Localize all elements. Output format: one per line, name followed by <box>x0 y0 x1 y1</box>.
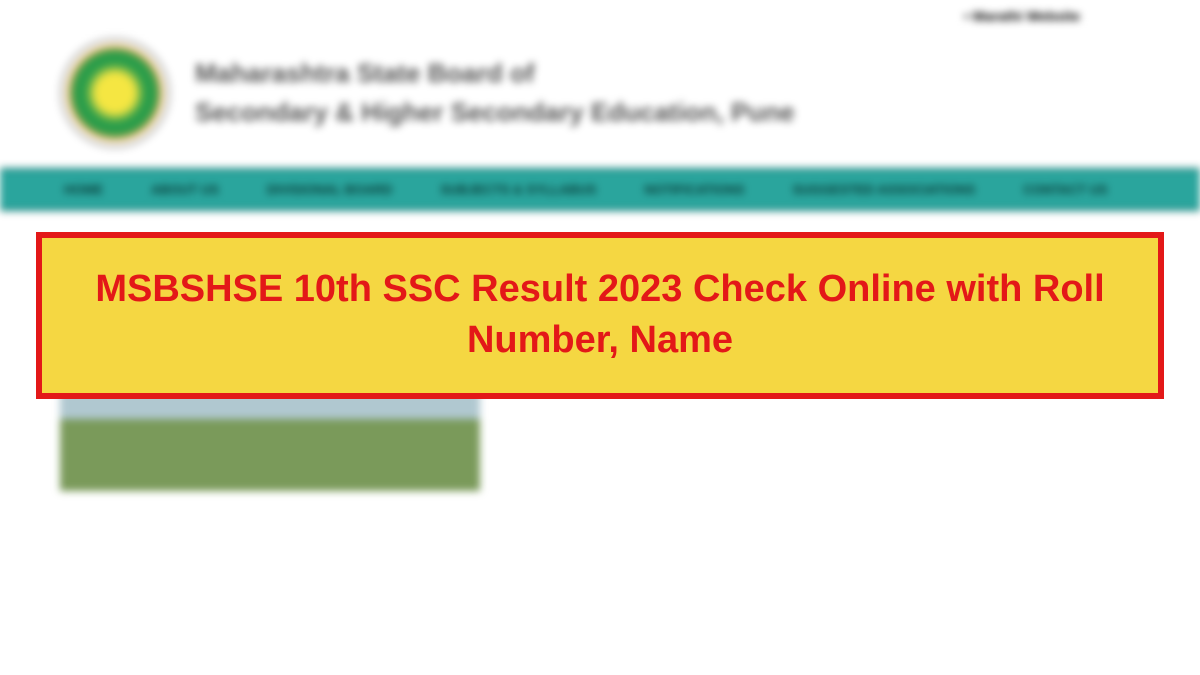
nav-subjects[interactable]: SUBJECTS & SYLLABUS <box>416 170 620 209</box>
nav-associations[interactable]: SUGGESTED ASSOCIATIONS <box>769 170 1000 209</box>
nav-divisional[interactable]: DIVISIONAL BOARD <box>243 170 416 209</box>
site-header: Maharashtra State Board of Secondary & H… <box>0 28 1200 168</box>
banner-headline: MSBSHSE 10th SSC Result 2023 Check Onlin… <box>82 264 1118 367</box>
nav-contact[interactable]: CONTACT US <box>999 170 1131 209</box>
result-banner: MSBSHSE 10th SSC Result 2023 Check Onlin… <box>36 232 1164 399</box>
nav-notifications[interactable]: NOTIFICATIONS <box>620 170 768 209</box>
main-nav: HOME ABOUT US DIVISIONAL BOARD SUBJECTS … <box>0 168 1200 211</box>
org-title-line1: Maharashtra State Board of <box>195 58 1140 89</box>
nav-home[interactable]: HOME <box>40 170 127 209</box>
organization-title: Maharashtra State Board of Secondary & H… <box>195 58 1140 128</box>
marathi-website-link[interactable]: • Marathi Website <box>0 0 1200 28</box>
nav-about[interactable]: ABOUT US <box>127 170 243 209</box>
org-title-line2: Secondary & Higher Secondary Education, … <box>195 97 1140 128</box>
board-logo <box>60 38 170 148</box>
